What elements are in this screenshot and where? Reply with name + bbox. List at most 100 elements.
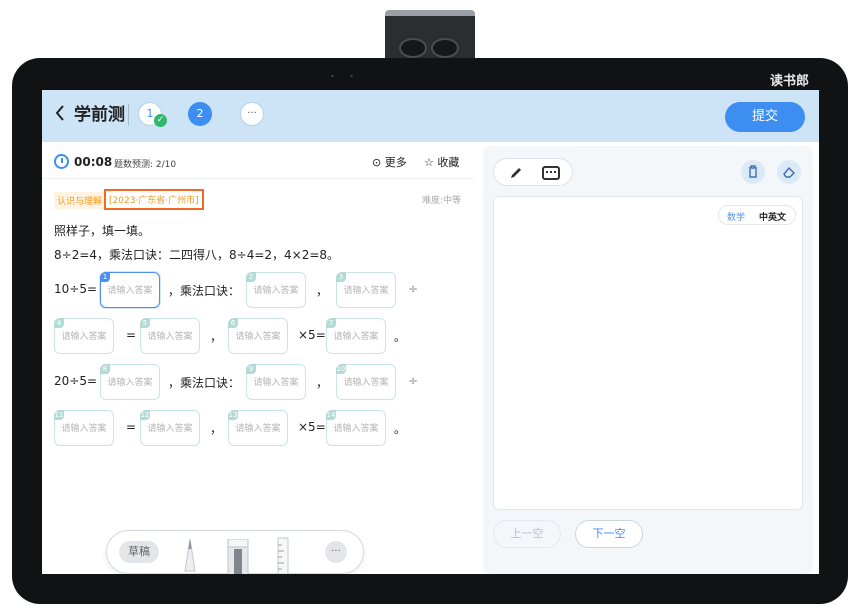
div-sign: ÷ (408, 282, 419, 296)
answer-blank-6[interactable]: 6 请输入答案 (228, 318, 288, 354)
answer-blank-8[interactable]: 8 请输入答案 (100, 364, 160, 400)
blank-number: 11 (54, 410, 64, 420)
blank-placeholder: 请输入答案 (147, 332, 193, 342)
answer-blank-12[interactable]: 12 请输入答案 (140, 410, 200, 446)
comma: ， (316, 284, 329, 298)
blank-placeholder: 请输入答案 (61, 424, 107, 434)
eraser-glyph-icon (783, 166, 795, 178)
blank-number: 9 (246, 364, 256, 374)
lang-math-option[interactable]: 数学 (727, 210, 745, 223)
blank-placeholder: 请输入答案 (235, 332, 281, 342)
device-camera (385, 10, 475, 64)
eraser-icon[interactable] (777, 160, 801, 184)
answer-blank-10[interactable]: 10 请输入答案 (336, 364, 396, 400)
blank-number: 13 (228, 410, 238, 420)
eq-sign: = (126, 420, 137, 434)
div-sign: ÷ (408, 374, 419, 388)
comma: ， (210, 422, 223, 436)
check-icon: ✓ (154, 114, 167, 127)
comma: ， (316, 376, 329, 390)
tablet-screen: 学前测 1 ✓ 2 ··· 提交 00:08 题数预测: 2/10 ⊙ 更多 ☆… (42, 90, 819, 574)
prev-blank-button[interactable]: 上一空 (493, 520, 561, 548)
chevron-left-icon (55, 105, 64, 121)
pen-icon[interactable] (183, 537, 197, 573)
topic-tag: 认识与理解 (54, 192, 106, 209)
mult-text: ，乘法口诀： (168, 376, 241, 390)
language-toggle[interactable]: 数学 中英文 (718, 205, 796, 225)
answer-blank-1[interactable]: 1 请输入答案 (100, 272, 160, 308)
answer-blank-13[interactable]: 13 请输入答案 (228, 410, 288, 446)
blank-placeholder: 请输入答案 (107, 286, 153, 296)
input-mode-switch[interactable] (493, 158, 573, 186)
blank-number: 7 (326, 318, 336, 328)
marker-icon[interactable] (225, 539, 251, 574)
answer-blank-7[interactable]: 7 请输入答案 (326, 318, 386, 354)
answer-blank-14[interactable]: 14 请输入答案 (326, 410, 386, 446)
question-pane: 00:08 题数预测: 2/10 ⊙ 更多 ☆ 收藏 认识与理解 [2023·广… (42, 142, 474, 574)
lang-cn-en-option[interactable]: 中英文 (759, 210, 786, 223)
keyboard-icon[interactable] (542, 166, 560, 180)
blank-placeholder: 请输入答案 (253, 378, 299, 388)
answer-blank-3[interactable]: 3 请输入答案 (336, 272, 396, 308)
question-instruction: 照样子，填一填。 (54, 224, 151, 238)
blank-placeholder: 请输入答案 (333, 424, 379, 434)
comma: ， (210, 330, 223, 344)
blank-placeholder: 请输入答案 (147, 424, 193, 434)
eq-sign: = (126, 328, 137, 342)
handwriting-input-area[interactable]: 数学 中英文 (493, 196, 803, 510)
question-nav-2[interactable]: 2 (188, 102, 212, 126)
row-prefix: 10÷5= (54, 282, 98, 296)
draft-button[interactable]: 草稿 (119, 541, 159, 563)
blank-number: 12 (140, 410, 150, 420)
difficulty-label: 难度:中等 (422, 196, 462, 206)
question-example: 8÷2=4，乘法口诀：二四得八，8÷4=2，4×2=8。 (54, 248, 340, 262)
drawing-toolbar: 草稿 ··· (106, 530, 364, 574)
answer-blank-4[interactable]: 4 请输入答案 (54, 318, 114, 354)
trash-glyph-icon (749, 165, 757, 178)
row-prefix: 20÷5= (54, 374, 98, 388)
clock-icon (54, 154, 69, 169)
period: 。 (394, 330, 407, 344)
trash-icon[interactable] (741, 160, 765, 184)
answer-blank-2[interactable]: 2 请输入答案 (246, 272, 306, 308)
period: 。 (394, 422, 407, 436)
question-progress: 题数预测: 2/10 (114, 160, 177, 170)
more-dots-icon: ⊙ (372, 156, 382, 169)
blank-placeholder: 请输入答案 (107, 378, 153, 388)
question-nav-more[interactable]: ··· (240, 102, 264, 126)
title-divider (128, 104, 129, 126)
ruler-icon[interactable] (277, 537, 289, 574)
blank-number: 8 (100, 364, 110, 374)
page-title: 学前测 (74, 105, 125, 125)
submit-button[interactable]: 提交 (725, 102, 805, 132)
blank-number: 10 (336, 364, 346, 374)
pencil-icon[interactable] (508, 165, 524, 181)
next-blank-button[interactable]: 下一空 (575, 520, 643, 548)
blank-placeholder: 请输入答案 (235, 424, 281, 434)
blank-placeholder: 请输入答案 (61, 332, 107, 342)
star-icon: ☆ (424, 156, 434, 169)
answer-blank-9[interactable]: 9 请输入答案 (246, 364, 306, 400)
mult-text: ，乘法口诀： (168, 284, 241, 298)
blank-number: 5 (140, 318, 150, 328)
camera-lens-right (431, 38, 459, 58)
top-bar: 学前测 1 ✓ 2 ··· 提交 (42, 90, 819, 142)
toolbar-more-icon[interactable]: ··· (325, 541, 347, 563)
device-brand: 读书郎 (769, 74, 809, 89)
blank-number: 2 (246, 272, 256, 282)
blank-number: 6 (228, 318, 238, 328)
camera-lens-left (399, 38, 427, 58)
times-five: ×5= (298, 420, 326, 434)
blank-placeholder: 请输入答案 (343, 378, 389, 388)
timer-value: 00:08 (74, 155, 113, 169)
blank-placeholder: 请输入答案 (343, 286, 389, 296)
answer-blank-5[interactable]: 5 请输入答案 (140, 318, 200, 354)
favorite-button[interactable]: ☆ 收藏 (424, 154, 459, 170)
more-button[interactable]: ⊙ 更多 (372, 154, 407, 170)
more-label: 更多 (384, 156, 407, 169)
bezel-sensor-dots: • • (330, 72, 360, 81)
answer-blank-11[interactable]: 11 请输入答案 (54, 410, 114, 446)
answer-panel: 数学 中英文 上一空 下一空 (483, 146, 813, 574)
back-button[interactable] (54, 104, 66, 127)
blank-number: 4 (54, 318, 64, 328)
